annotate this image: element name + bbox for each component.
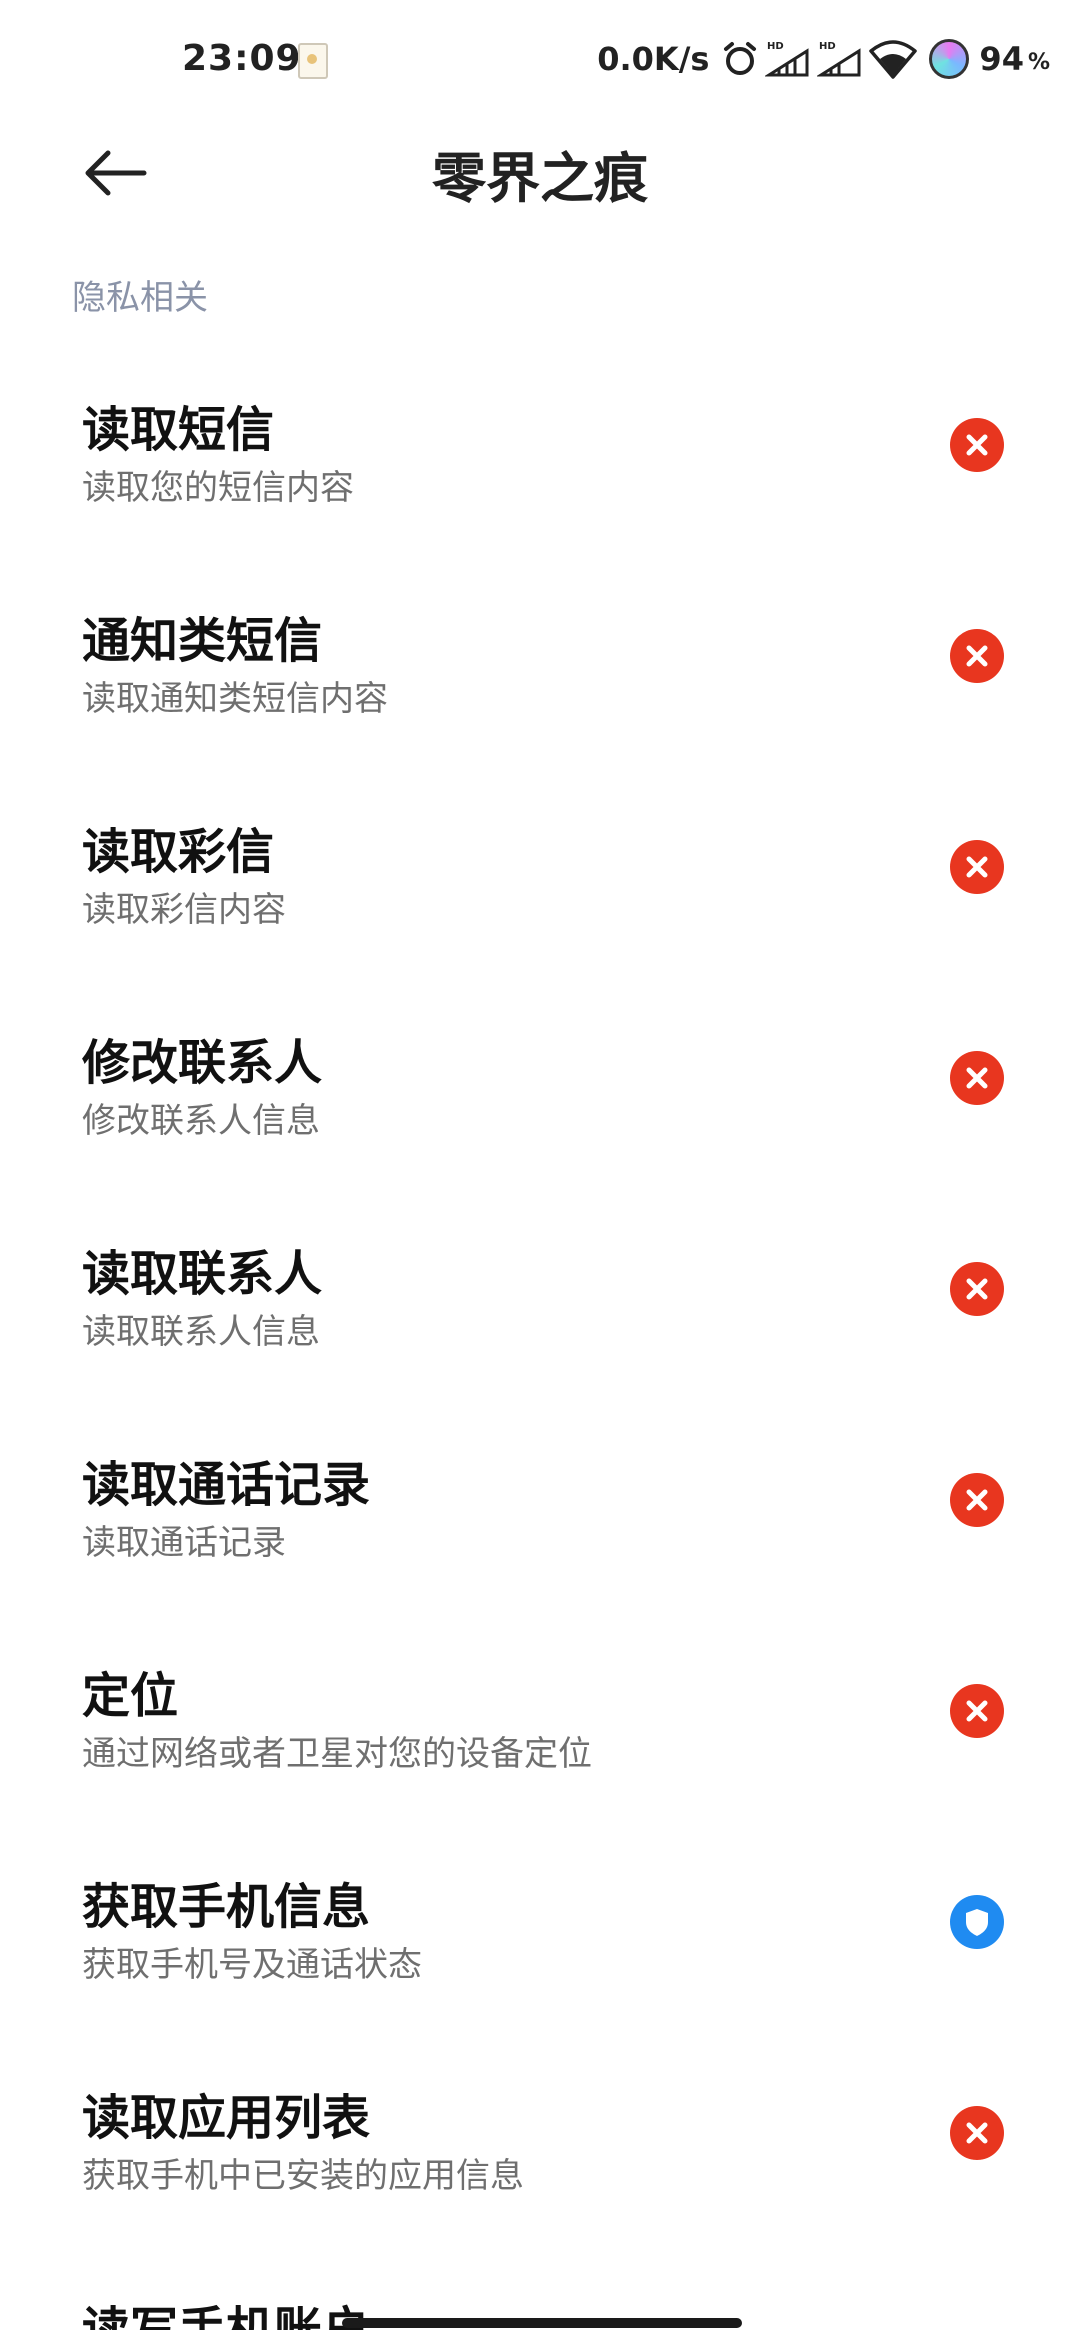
denied-status-icon[interactable] <box>950 629 1004 683</box>
denied-status-icon[interactable] <box>950 1051 1004 1105</box>
permission-description: 读取您的短信内容 <box>82 468 354 508</box>
status-right-group: 0.0K/s HD HD 94 % <box>597 34 1050 84</box>
permission-title: 修改联系人 <box>82 1035 323 1091</box>
battery-level: 94 <box>979 40 1024 78</box>
signal-hd-icon: HD <box>817 41 861 77</box>
permission-description: 修改联系人信息 <box>82 1101 320 1141</box>
permission-item-read-mms[interactable]: 读取彩信 读取彩信内容 <box>0 774 1080 985</box>
page-title: 零界之痕 <box>432 147 648 210</box>
shield-status-icon[interactable] <box>950 1895 1004 1949</box>
svg-text:HD: HD <box>819 41 836 52</box>
permission-item-notification-sms[interactable]: 通知类短信 读取通知类短信内容 <box>0 563 1080 774</box>
permission-description: 读取通知类短信内容 <box>82 679 388 719</box>
signal-hd-icon: HD <box>765 41 809 77</box>
permission-title: 定位 <box>82 1668 179 1724</box>
permission-title: 获取手机信息 <box>82 1879 371 1935</box>
permission-title: 读取通话记录 <box>82 1457 371 1513</box>
permission-item-app-list[interactable]: 读取应用列表 获取手机中已安装的应用信息 <box>0 2040 1080 2251</box>
denied-status-icon[interactable] <box>950 1684 1004 1738</box>
permission-item-phone-info[interactable]: 获取手机信息 获取手机号及通话状态 <box>0 1829 1080 2040</box>
permission-title: 通知类短信 <box>82 613 323 669</box>
section-header: 隐私相关 <box>72 278 208 318</box>
permission-title: 读取彩信 <box>82 824 275 880</box>
denied-status-icon[interactable] <box>950 840 1004 894</box>
denied-status-icon[interactable] <box>950 1262 1004 1316</box>
permission-item-read-sms[interactable]: 读取短信 读取您的短信内容 <box>0 352 1080 563</box>
wifi-icon <box>869 40 918 79</box>
assistant-icon <box>929 39 970 79</box>
permission-item-read-contacts[interactable]: 读取联系人 读取联系人信息 <box>0 1196 1080 1407</box>
permission-title: 读取应用列表 <box>82 2090 371 2146</box>
permission-title: 读取短信 <box>82 402 275 458</box>
permission-item-location[interactable]: 定位 通过网络或者卫星对您的设备定位 <box>0 1618 1080 1829</box>
status-time: 23:09 <box>182 38 302 79</box>
alarm-icon <box>724 42 757 75</box>
home-indicator[interactable] <box>342 2318 742 2328</box>
status-bar: 23:09 0.0K/s HD HD 94 % <box>0 0 1080 120</box>
denied-status-icon[interactable] <box>950 2106 1004 2160</box>
permission-title: 读取联系人 <box>82 1246 323 1302</box>
permission-description: 获取手机中已安装的应用信息 <box>82 2156 524 2196</box>
denied-status-icon[interactable] <box>950 1473 1004 1527</box>
permission-description: 读取通话记录 <box>82 1523 286 1563</box>
battery-unit: % <box>1027 49 1050 75</box>
network-speed: 0.0K/s <box>597 40 710 78</box>
permission-item-read-call-log[interactable]: 读取通话记录 读取通话记录 <box>0 1407 1080 1618</box>
permission-description: 获取手机号及通话状态 <box>82 1945 422 1985</box>
denied-status-icon[interactable] <box>950 418 1004 472</box>
permission-list: 读取短信 读取您的短信内容 通知类短信 读取通知类短信内容 读取彩信 读取彩信内… <box>0 352 1080 2251</box>
app-bar: 零界之痕 <box>0 120 1080 220</box>
permission-description: 通过网络或者卫星对您的设备定位 <box>82 1734 592 1774</box>
permission-description: 读取彩信内容 <box>82 890 286 930</box>
permission-item-modify-contacts[interactable]: 修改联系人 修改联系人信息 <box>0 985 1080 1196</box>
svg-text:HD: HD <box>767 41 784 52</box>
notification-icon <box>298 43 328 79</box>
partial-permission-title: 读写手机账户 <box>82 2302 371 2330</box>
permission-description: 读取联系人信息 <box>82 1312 320 1352</box>
